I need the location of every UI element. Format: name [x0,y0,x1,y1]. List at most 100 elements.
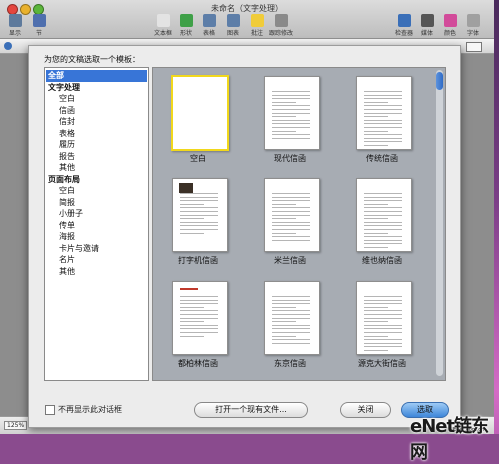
thumbnail-text-line [364,193,402,194]
category-item[interactable]: 传单 [46,220,147,232]
letterhead-mark [180,288,198,290]
template-thumbnail[interactable] [356,178,412,252]
comment-icon [250,14,264,27]
thumbnail-text-line [364,214,402,216]
thumbnail-text-line [180,218,204,220]
template-thumbnail[interactable] [356,76,412,150]
thumbnail-text-line [272,193,310,194]
category-item[interactable]: 空白 [46,185,147,197]
thumbnail-text-line [180,207,218,209]
template-thumbnail[interactable] [264,76,320,150]
template-thumbnail[interactable] [264,281,320,355]
category-item[interactable]: 履历 [46,139,147,151]
thumbnail-text-line [364,310,402,312]
category-item[interactable]: 小册子 [46,208,147,220]
format-bar-left-icon[interactable] [4,42,12,50]
template-label: 都柏林信函 [178,359,218,368]
thumbnail-text-line [364,303,402,305]
thumbnail-text-line [272,91,310,92]
category-item[interactable]: 表格 [46,128,147,140]
template-thumbnail[interactable] [172,178,228,252]
template-item[interactable]: 打字机信函 [158,170,238,274]
thumbnail-text-line [180,232,204,234]
template-item[interactable]: 源克大街信函 [342,273,422,377]
category-item[interactable]: 页面布局 [46,174,147,186]
thumbnail-text-line [364,339,402,341]
template-item[interactable]: 维也纳信函 [342,170,422,274]
thumbnail-text-line [272,200,310,202]
list-style-icon[interactable] [466,42,482,52]
template-chooser-dialog: 为您的文稿选取一个模板： 全部 文字处理 空白 信函 信封 表格 履历 报告 其他 页面布局 空白简… [28,45,461,428]
thumbnail-text-line [272,310,310,312]
scrollbar-thumb[interactable] [436,72,443,90]
close-button[interactable]: 关闭 [340,402,391,418]
thumbnail-text-line [272,306,296,308]
thumbnail-text-line [364,116,388,118]
category-item[interactable]: 报告 [46,151,147,163]
dont-show-label: 不再显示此对话框 [58,405,122,414]
template-thumbnail[interactable] [171,75,229,151]
category-item[interactable]: 海报 [46,231,147,243]
category-item[interactable]: 名片 [46,254,147,266]
category-item[interactable]: 卡片与邀请 [46,243,147,255]
table-icon [202,14,216,27]
thumbnail-text-line [272,328,310,330]
thumbnail-text-line [272,105,310,107]
template-item[interactable]: 都柏林信函 [158,273,238,377]
thumbnail-text-line [272,218,296,220]
thumbnail-text-line [364,229,402,230]
template-thumbnail[interactable] [356,281,412,355]
view-icon [8,14,22,27]
thumbnail-text-line [272,335,296,337]
inspector-icon [397,14,411,27]
template-label: 源克大街信函 [358,359,406,368]
category-item[interactable]: 空白 [46,93,147,105]
template-label: 东京信函 [274,359,306,368]
thumbnail-text-line [272,339,310,341]
sections-icon [32,14,46,27]
open-existing-file-button[interactable]: 打开一个现有文件... [194,402,308,418]
category-item[interactable]: 其他 [46,162,147,174]
dont-show-checkbox[interactable] [45,405,55,415]
thumbnail-text-line [364,145,388,146]
template-label: 打字机信函 [178,256,218,265]
thumbnail-text-line [364,112,402,114]
template-item[interactable]: 空白 [158,68,238,172]
chart-icon [226,14,240,27]
template-item[interactable]: 传统信函 [342,68,422,172]
category-item[interactable]: 全部 [46,70,147,82]
thumbnail-text-line [364,127,402,128]
template-item[interactable]: 东京信函 [250,273,330,377]
thumbnail-text-line [272,317,310,319]
thumbnail-text-line [364,314,402,315]
zoom-level[interactable]: 125% [4,421,28,430]
thumbnail-text-line [272,109,310,110]
thumbnail-text-line [364,247,388,248]
thumbnail-text-line [364,243,402,245]
category-item[interactable]: 信封 [46,116,147,128]
category-item[interactable]: 文字处理 [46,82,147,94]
category-item[interactable]: 其他 [46,266,147,278]
template-label: 传统信函 [366,154,398,163]
thumbnail-text-line [364,221,402,223]
template-thumbnail[interactable] [264,178,320,252]
toolbar-button-11[interactable]: 字体 [458,14,488,37]
thumbnail-text-line [272,207,310,209]
toolbar-button-7[interactable]: 跟踪修改 [266,14,296,37]
thumbnail-text-line [272,321,296,323]
thumbnail-text-line [272,332,310,333]
template-item[interactable]: 现代信函 [250,68,330,172]
template-item[interactable]: 米兰信函 [250,170,330,274]
template-scrollbar[interactable] [436,70,443,376]
media-icon [420,14,434,27]
category-item[interactable]: 信函 [46,105,147,117]
toolbar-button-1[interactable]: 节 [24,14,54,37]
category-item[interactable]: 简报 [46,197,147,209]
template-thumbnail[interactable] [172,281,228,355]
thumbnail-text-line [180,296,218,297]
thumbnail-text-line [364,137,402,139]
thumbnail-text-line [364,236,402,238]
thumbnail-text-line [272,342,310,344]
thumbnail-text-line [272,232,296,234]
thumbnail-text-line [364,299,402,301]
